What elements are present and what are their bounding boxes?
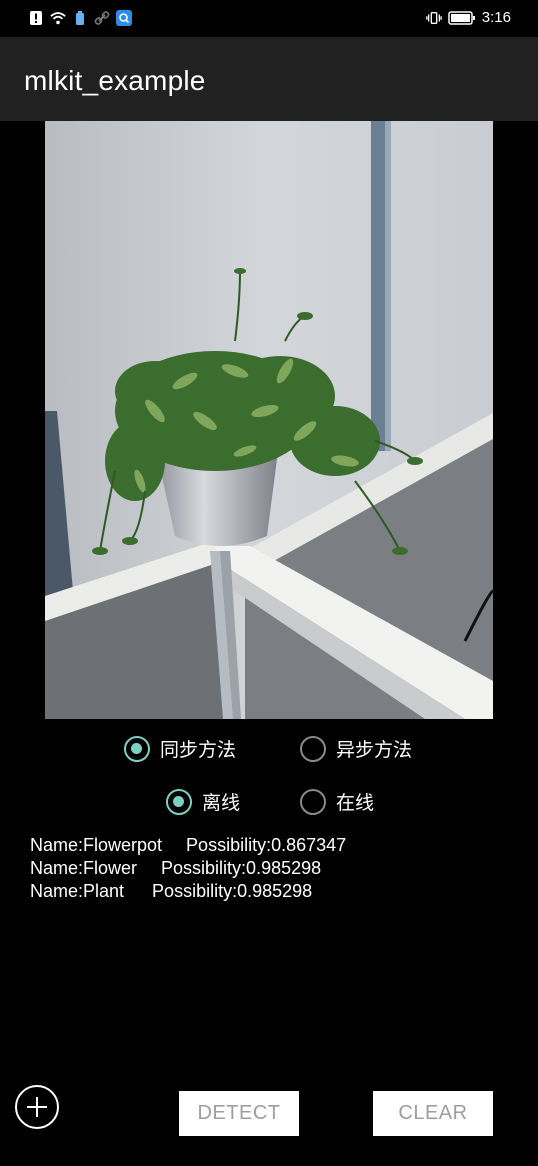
wifi-icon	[50, 10, 66, 26]
status-time: 3:16	[481, 9, 511, 26]
radio-online-label: 在线	[336, 792, 375, 814]
radio-unchecked-icon	[300, 735, 326, 762]
radio-checked-icon	[124, 735, 150, 762]
radio-async-label: 异步方法	[336, 739, 413, 761]
radio-offline-label: 离线	[202, 792, 241, 814]
status-icons-right: 3:16	[426, 9, 511, 26]
result-row: Name:Flower Possibility:0.985298	[30, 857, 346, 880]
result-name: Name:Flowerpot	[30, 835, 163, 855]
status-bar: 3:16	[0, 0, 538, 37]
radio-async-method[interactable]: 异步方法	[300, 735, 412, 762]
search-app-icon	[116, 10, 132, 26]
result-name: Name:Flower	[30, 858, 138, 878]
alert-icon	[28, 10, 44, 26]
app-title: mlkit_example	[24, 65, 206, 96]
radio-offline[interactable]: 离线	[166, 788, 240, 815]
result-possibility: Possibility:0.985298	[161, 858, 322, 878]
clear-button[interactable]: CLEAR	[373, 1091, 493, 1136]
result-possibility: Possibility:0.867347	[186, 835, 347, 855]
radio-unchecked-icon	[300, 788, 326, 815]
vibrate-icon	[426, 10, 442, 26]
radio-online[interactable]: 在线	[300, 788, 374, 815]
radio-sync-method[interactable]: 同步方法	[124, 735, 236, 762]
detect-button[interactable]: DETECT	[179, 1091, 299, 1136]
result-possibility: Possibility:0.985298	[152, 881, 313, 901]
app-bar: mlkit_example	[0, 37, 538, 121]
battery-icon	[448, 10, 476, 26]
radio-checked-icon	[166, 788, 192, 815]
result-name: Name:Plant	[30, 881, 125, 901]
battery-saver-icon	[72, 10, 88, 26]
result-row: Name:Flowerpot Possibility:0.867347	[30, 834, 346, 857]
radio-sync-label: 同步方法	[160, 739, 237, 761]
plus-icon	[27, 1097, 47, 1117]
add-image-button[interactable]	[15, 1085, 59, 1129]
link-icon	[94, 10, 110, 26]
status-icons-left	[28, 10, 132, 26]
result-row: Name:Plant Possibility:0.985298	[30, 880, 346, 903]
plant-photo	[45, 121, 493, 719]
results-list: Name:Flowerpot Possibility:0.867347 Name:…	[30, 834, 346, 903]
